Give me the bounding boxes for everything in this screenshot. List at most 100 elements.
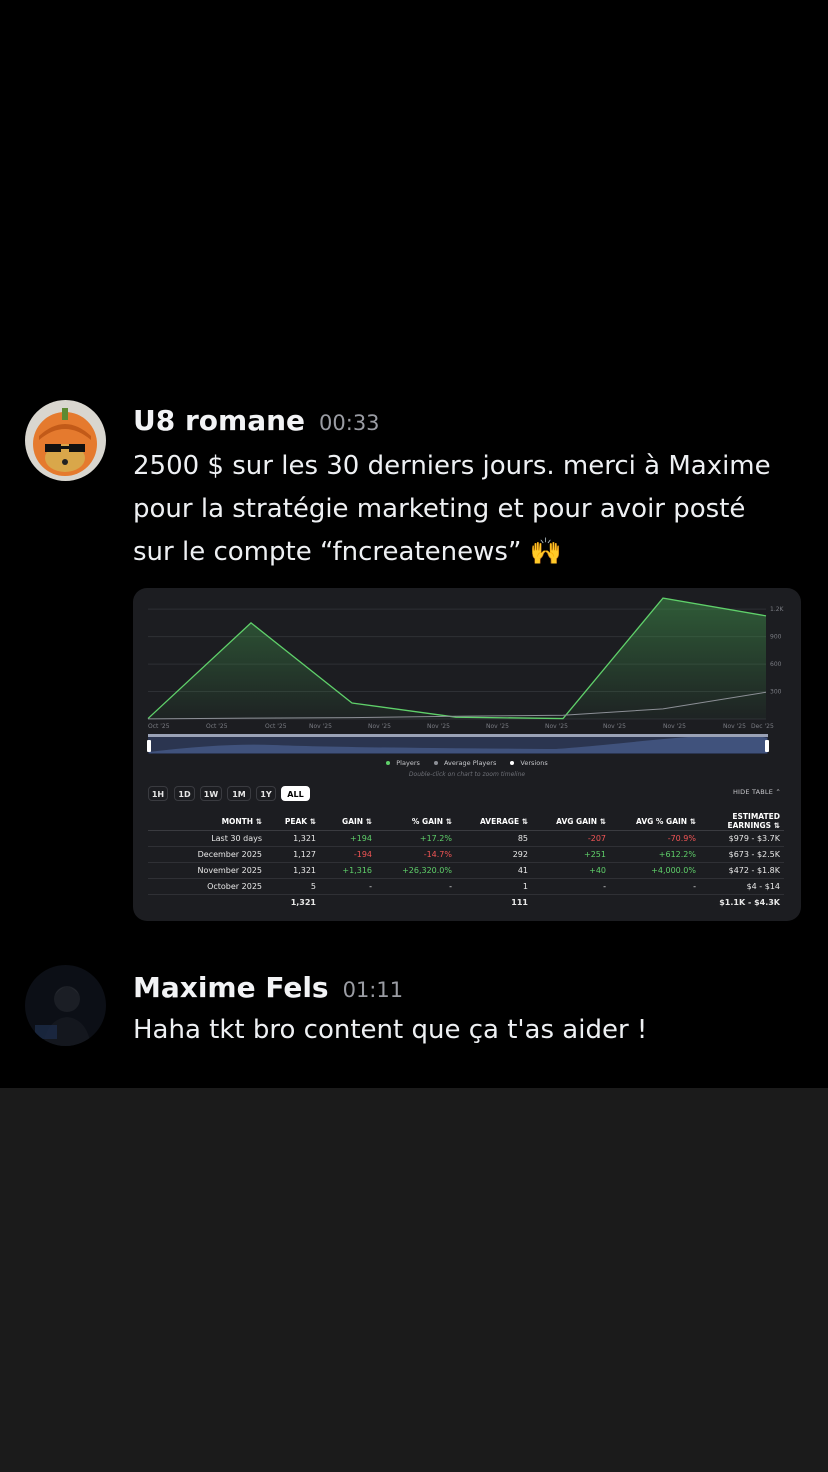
table-cell: - [532,878,610,895]
range-1y-button[interactable]: 1Y [256,786,276,801]
table-cell: 1 [456,878,532,895]
sort-icon: ⇅ [521,816,528,826]
table-cell: 41 [456,862,532,879]
x-tick-label: Oct '25 [265,723,287,730]
table-row: Last 30 days 1,321 +194 +17.2% 85 -207 -70.9% $… [148,830,784,847]
table-cell: -70.9% [610,830,700,847]
sort-icon: ⇅ [255,816,262,826]
zoom-hint: Double-click on chart to zoom timeline [408,771,526,778]
table-cell: -194 [320,846,376,863]
table-cell: +17.2% [376,830,456,847]
table-cell: 5 [266,878,320,895]
sort-icon: ⇅ [309,816,316,826]
legend-average-players[interactable]: Average Players [431,759,499,767]
table-row: December 2025 1,127 -194 -14.7% 292 +251 +612.… [148,846,784,863]
table-cell: +1,316 [320,862,376,879]
col-avg-gain[interactable]: AVG GAIN ⇅ [532,812,610,831]
avatar-maxime-fels[interactable] [25,965,106,1046]
range-1d-button[interactable]: 1D [174,786,195,801]
table-cell: $1.1K - $4.3K [719,898,780,907]
table-cell [320,895,376,911]
author-name[interactable]: U8 romane 00:33 [133,404,380,437]
navigator-handle-left [147,740,151,752]
x-tick-label: Nov '25 [545,723,568,730]
y-tick-label: 300 [770,689,782,696]
message-text: 2500 $ sur les 30 derniers jours. merci … [133,451,771,567]
col-avg-percent-gain[interactable]: AVG % GAIN ⇅ [610,812,700,831]
sort-icon: ⇅ [445,816,452,826]
y-tick-label: 600 [770,661,782,668]
x-tick-label: Nov '25 [723,723,746,730]
sort-icon: ⇅ [599,816,606,826]
table-cell [376,895,456,911]
col-month[interactable]: MONTH ⇅ [148,812,266,831]
legend-versions[interactable]: Versions [507,759,550,767]
players-chart[interactable]: 300 600 900 1.2K Oct '25 Oct '25 Oct '25 Nov '2… [133,588,801,758]
range-1h-button[interactable]: 1H [148,786,168,801]
table-cell: Last 30 days [148,830,266,847]
hide-table-toggle[interactable]: HIDE TABLE ⌃ [733,788,781,796]
sort-icon: ⇅ [365,816,372,826]
navigator-handle-right [765,740,769,752]
timestamp: 01:11 [342,978,404,1002]
table-cell: +612.2% [610,846,700,863]
hide-table-label: HIDE TABLE [732,788,774,796]
avatar-person-icon [25,965,106,1046]
table-cell: -14.7% [376,846,456,863]
table-cell: 111 [511,898,528,907]
x-tick-label: Nov '25 [427,723,450,730]
table-cell: $4 - $14 [700,878,784,895]
table-cell: 1,321 [266,830,320,847]
y-tick-label: 900 [770,634,782,641]
avatar-pumpkin-dog-icon [25,400,106,481]
table-cell: $979 - $3.7K [700,830,784,847]
sort-icon: ⇅ [773,821,780,830]
author-name-text[interactable]: Maxime Fels [133,971,329,1004]
col-gain[interactable]: GAIN ⇅ [320,812,376,831]
author-name[interactable]: Maxime Fels 01:11 [133,971,403,1004]
x-tick-label: Oct '25 [148,723,170,730]
table-row: October 2025 5- -1- - $4 - $14 [148,878,784,895]
table-cell: - [320,878,376,895]
x-tick-label: Dec '25 [751,723,774,730]
table-header-row: MONTH ⇅ PEAK ⇅ GAIN ⇅ % GAIN ⇅ AVERAGE ⇅… [148,812,784,831]
range-all-button[interactable]: ALL [281,786,310,801]
navigator-bar [148,734,768,737]
timestamp: 00:33 [319,411,380,435]
table-cell: 85 [456,830,532,847]
table-cell: - [376,878,456,895]
table-cell: +26,320.0% [376,862,456,879]
table-cell: 1,127 [266,846,320,863]
message-maxime-fels: Maxime Fels 01:11 Haha tkt bro content qu… [0,950,828,1088]
table-cell: $472 - $1.8K [700,862,784,879]
table-row: November 2025 1,321 +1,316 +26,320.0% 41 +40 +… [148,862,784,879]
x-tick-label: Nov '25 [663,723,686,730]
avatar-u8-romane[interactable] [25,400,106,481]
table-cell: - [610,878,700,895]
col-estimated-earnings[interactable]: ESTIMATED EARNINGS ⇅ [700,812,784,831]
table-cell: 1,321 [266,862,320,879]
x-tick-label: Nov '25 [486,723,509,730]
col-percent-gain[interactable]: % GAIN ⇅ [376,812,456,831]
table-total-row: 1,321 111 $1.1K - $4.3K [148,895,784,911]
col-peak[interactable]: PEAK ⇅ [266,812,320,831]
table-cell: +4,000.0% [610,862,700,879]
message-text: Haha tkt bro content que ça t'as aider ! [133,1015,648,1045]
chart-legend: Players Average Players Versions [133,759,801,767]
x-tick-label: Nov '25 [309,723,332,730]
table-cell: +40 [532,862,610,879]
range-1w-button[interactable]: 1W [200,786,222,801]
range-1m-button[interactable]: 1M [227,786,251,801]
col-average[interactable]: AVERAGE ⇅ [456,812,532,831]
table-cell [610,895,700,911]
sort-icon: ⇅ [689,816,696,826]
table-cell [532,895,610,911]
legend-players[interactable]: Players [383,759,423,767]
author-name-text[interactable]: U8 romane [133,404,305,437]
table-cell: -207 [532,830,610,847]
chevron-up-icon: ⌃ [775,788,781,796]
table-cell: November 2025 [148,862,266,879]
image-attachment[interactable]: 300 600 900 1.2K Oct '25 Oct '25 Oct '25 Nov '2… [133,588,801,921]
players-area [148,598,766,719]
x-tick-label: Nov '25 [603,723,626,730]
